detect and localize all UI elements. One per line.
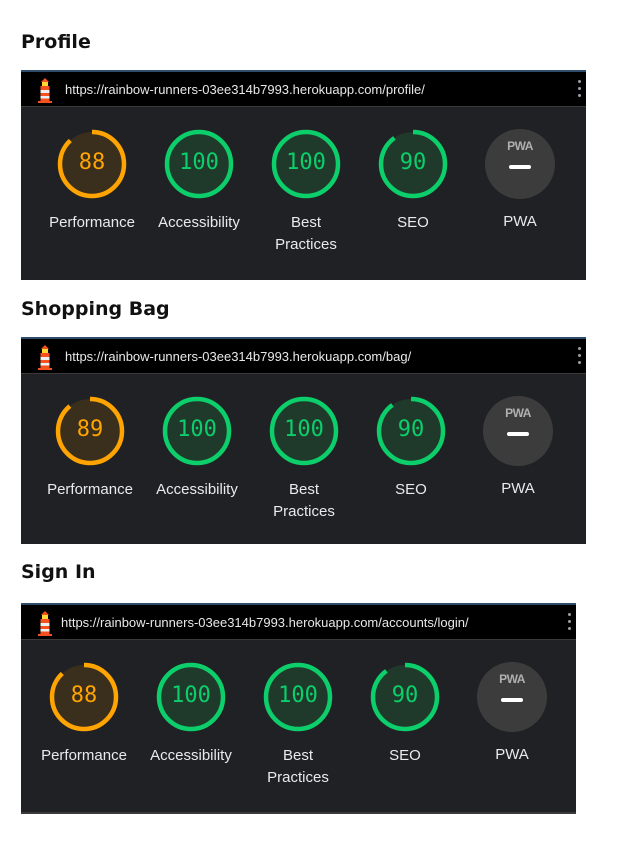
metric-seo[interactable]: 90 SEO [356,395,466,501]
metric-label: Best Practices [273,481,335,520]
metric-best-practices[interactable]: 100 Best Practices [249,395,359,523]
more-options-icon[interactable] [578,80,582,100]
more-options-icon[interactable] [568,613,572,633]
score-value: 90 [397,417,425,442]
report-heading-profile: Profile [21,31,91,53]
score-gauge: 88 [48,661,120,733]
score-gauge: 100 [262,661,334,733]
score-value: 88 [78,150,106,175]
pwa-dash [507,432,529,436]
lighthouse-icon [38,611,52,636]
score-value: 100 [179,150,219,175]
metric-pwa[interactable]: PWA PWA [457,661,567,766]
score-value: 100 [284,417,324,442]
score-gauge: 100 [268,395,340,467]
score-gauge: 100 [155,661,227,733]
score-value: 100 [171,683,211,708]
pwa-badge-text: PWA [505,406,531,420]
score-gauge: 88 [56,128,128,200]
metric-label: SEO [389,747,421,764]
metric-performance[interactable]: 88 Performance [29,661,139,767]
metric-label: PWA [503,213,537,230]
metric-best-practices[interactable]: 100 Best Practices [251,128,361,256]
metric-label: Performance [41,747,127,764]
pwa-badge-icon: PWA [483,396,553,466]
score-value: 100 [177,417,217,442]
pwa-badge-icon: PWA [477,662,547,732]
score-gauge: 100 [163,128,235,200]
metric-performance[interactable]: 88 Performance [37,128,147,234]
metric-accessibility[interactable]: 100 Accessibility [144,128,254,234]
metric-label: Performance [49,214,135,231]
pwa-dash [501,698,523,702]
score-gauge: 100 [161,395,233,467]
url-bar: https://rainbow-runners-03ee314b7993.her… [21,605,576,640]
lighthouse-icon [38,78,52,103]
metric-label: Best Practices [275,214,337,253]
score-value: 90 [391,683,419,708]
metric-label: PWA [501,480,535,497]
panel-bottom-border [21,812,576,814]
metric-performance[interactable]: 89 Performance [35,395,145,501]
metric-label: Accessibility [150,747,232,764]
score-value: 88 [70,683,98,708]
metric-seo[interactable]: 90 SEO [350,661,460,767]
metric-label: Best Practices [267,747,329,786]
lighthouse-icon [38,345,52,370]
metric-label: SEO [395,481,427,498]
url-bar: https://rainbow-runners-03ee314b7993.her… [21,72,586,107]
report-url[interactable]: https://rainbow-runners-03ee314b7993.her… [65,349,411,364]
report-url[interactable]: https://rainbow-runners-03ee314b7993.her… [65,82,425,97]
more-options-icon[interactable] [578,347,582,367]
score-value: 100 [278,683,318,708]
score-gauge: 100 [270,128,342,200]
metric-pwa[interactable]: PWA PWA [463,395,573,500]
report-heading-shopping-bag: Shopping Bag [21,298,170,320]
lighthouse-report-profile: https://rainbow-runners-03ee314b7993.her… [21,70,586,280]
report-heading-sign-in: Sign In [21,561,96,583]
pwa-badge-text: PWA [507,139,533,153]
score-value: 100 [286,150,326,175]
metric-label: PWA [495,746,529,763]
metric-seo[interactable]: 90 SEO [358,128,468,234]
score-value: 89 [76,417,104,442]
pwa-dash [509,165,531,169]
score-gauge: 90 [377,128,449,200]
metric-accessibility[interactable]: 100 Accessibility [136,661,246,767]
metric-label: Performance [47,481,133,498]
score-gauge: 89 [54,395,126,467]
score-gauge: 90 [375,395,447,467]
metric-label: Accessibility [156,481,238,498]
score-value: 90 [399,150,427,175]
report-url[interactable]: https://rainbow-runners-03ee314b7993.her… [61,615,469,630]
score-gauge: 90 [369,661,441,733]
pwa-badge-icon: PWA [485,129,555,199]
metric-label: Accessibility [158,214,240,231]
url-bar: https://rainbow-runners-03ee314b7993.her… [21,339,586,374]
metric-label: SEO [397,214,429,231]
lighthouse-report-shopping-bag: https://rainbow-runners-03ee314b7993.her… [21,337,586,544]
metric-accessibility[interactable]: 100 Accessibility [142,395,252,501]
pwa-badge-text: PWA [499,672,525,686]
metric-pwa[interactable]: PWA PWA [465,128,575,233]
lighthouse-report-sign-in: https://rainbow-runners-03ee314b7993.her… [21,603,576,814]
metric-best-practices[interactable]: 100 Best Practices [243,661,353,789]
